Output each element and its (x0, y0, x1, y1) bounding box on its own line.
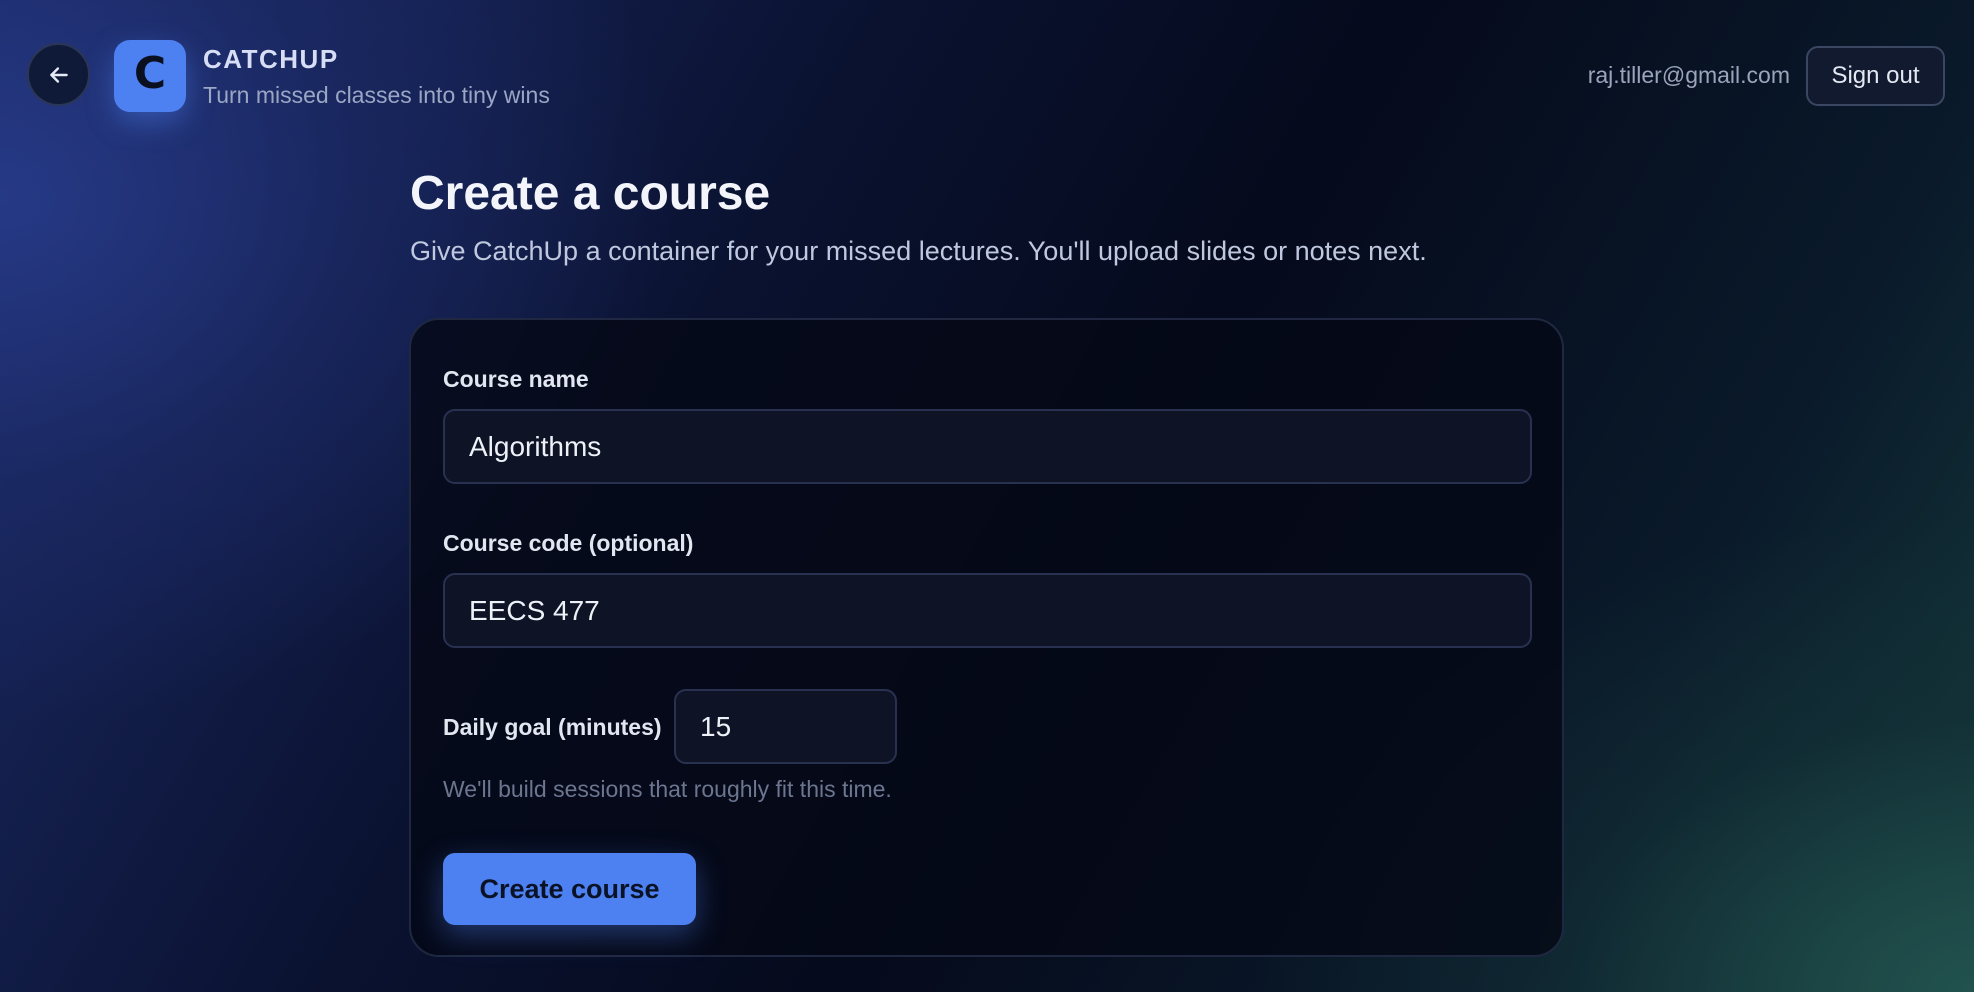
daily-goal-input[interactable] (674, 689, 897, 764)
page-title: Create a course (410, 167, 771, 220)
brand-name: CATCHUP (203, 44, 339, 74)
course-name-input[interactable] (443, 409, 1532, 484)
back-button[interactable] (27, 43, 90, 106)
course-code-input[interactable] (443, 573, 1532, 648)
arrow-left-icon (49, 66, 68, 83)
course-name-label: Course name (443, 366, 589, 392)
brand-tagline: Turn missed classes into tiny wins (203, 82, 550, 108)
user-email: raj.tiller@gmail.com (1587, 62, 1790, 88)
app-logo: C (114, 40, 186, 112)
create-course-button[interactable]: Create course (443, 853, 696, 925)
logo-letter: C (133, 48, 167, 99)
daily-goal-label: Daily goal (minutes) (443, 714, 662, 740)
create-course-form: Course name Course code (optional) Daily… (409, 318, 1564, 957)
daily-goal-hint: We'll build sessions that roughly fit th… (443, 776, 892, 802)
sign-out-button[interactable]: Sign out (1806, 46, 1945, 106)
course-code-label: Course code (optional) (443, 530, 694, 556)
page-subtitle: Give CatchUp a container for your missed… (410, 236, 1427, 266)
